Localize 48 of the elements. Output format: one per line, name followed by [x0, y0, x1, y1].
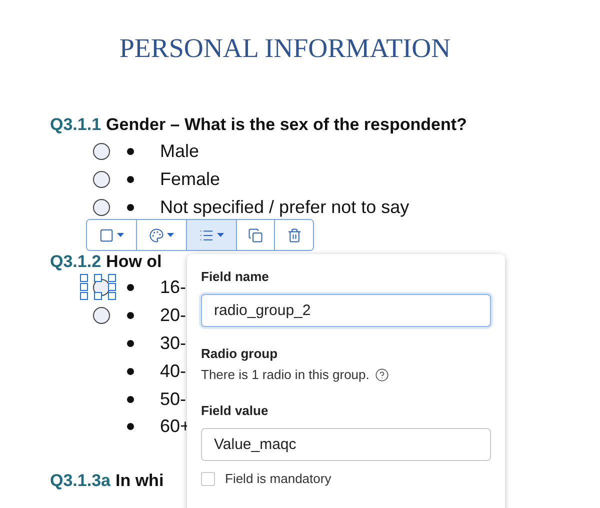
bullet — [127, 284, 134, 292]
field-value-input[interactable]: Value_maqc — [201, 428, 491, 461]
question-number: Q3.1.1 — [50, 114, 102, 136]
bullet — [127, 396, 134, 403]
radio-button[interactable] — [92, 198, 110, 216]
mandatory-checkbox[interactable] — [201, 472, 215, 486]
toolbar-button[interactable] — [87, 220, 137, 250]
option-text: Not specified / prefer not to say — [160, 196, 410, 218]
toolbar-button[interactable] — [187, 220, 237, 250]
copy-icon — [248, 228, 263, 242]
option-text: 40- — [160, 360, 186, 382]
option-text: Male — [160, 140, 200, 162]
help-icon[interactable] — [375, 368, 390, 382]
radio-button[interactable] — [92, 170, 110, 188]
square-icon — [99, 228, 114, 242]
question-number: Q3.1.2 — [50, 251, 102, 273]
question-text: Gender – What is the sex of the respondent? — [106, 114, 467, 136]
checkbox-label: Field is mandatory — [225, 471, 332, 486]
palette-icon — [149, 228, 164, 242]
trash-icon — [286, 228, 302, 242]
field-name-input[interactable]: radio_group_2 — [201, 294, 491, 327]
page-title: PERSONAL INFORMATION — [118, 32, 452, 65]
option-text: 30- — [160, 332, 186, 354]
bullet — [127, 148, 134, 154]
radio-button[interactable] — [92, 142, 110, 160]
option-text: 60+ — [160, 416, 191, 438]
field-label: Field value — [201, 402, 270, 420]
option-text: Female — [160, 168, 220, 190]
list-icon — [199, 228, 214, 242]
bullet — [127, 340, 134, 347]
bullet — [127, 176, 134, 182]
group-info-text: There is 1 radio in this group. — [201, 367, 370, 382]
field-label: Field name — [201, 268, 270, 286]
question-text: In whi — [116, 470, 164, 492]
question-text: How ol — [106, 251, 162, 273]
bullet — [127, 423, 134, 430]
section-heading: Radio group — [201, 345, 279, 363]
caret-icon — [117, 233, 124, 237]
option-text: 50- — [160, 388, 186, 410]
option-text: 16- — [160, 277, 186, 298]
bullet — [127, 368, 134, 375]
bullet — [127, 312, 134, 320]
question-number: Q3.1.3a — [50, 470, 110, 492]
radio-button[interactable] — [92, 307, 110, 324]
caret-icon — [217, 233, 224, 237]
caret-icon — [167, 233, 174, 237]
bullet — [127, 204, 134, 210]
option-text: 20- — [160, 305, 186, 326]
